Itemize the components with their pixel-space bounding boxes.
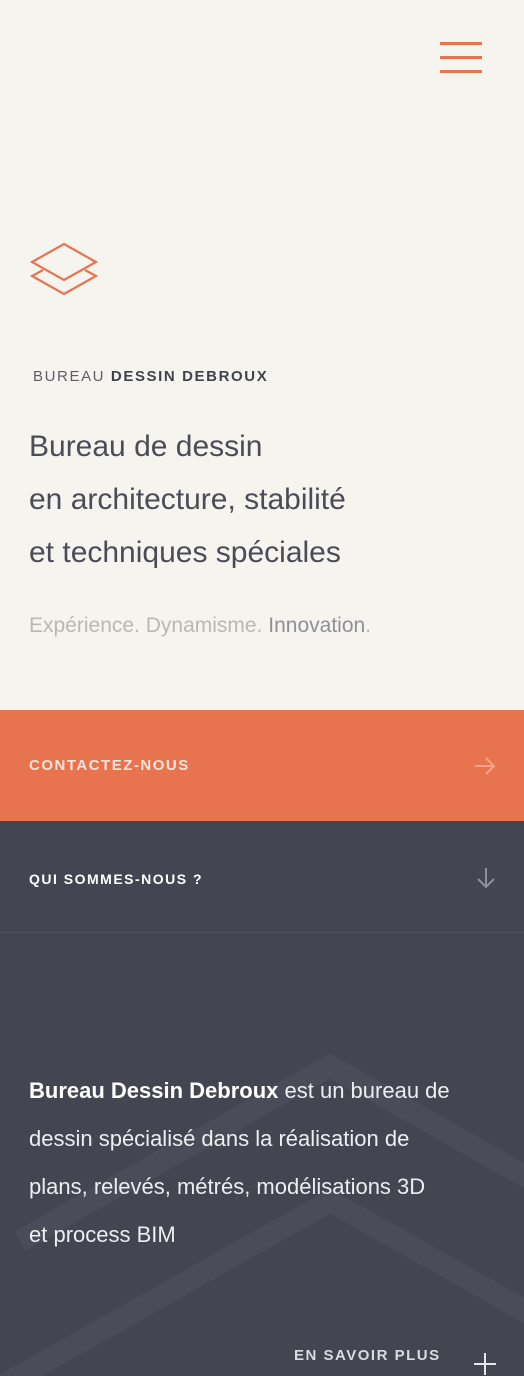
tagline-line: en architecture, stabilité xyxy=(29,483,346,516)
who-are-we-toggle[interactable]: QUI SOMMES-NOUS ? xyxy=(0,821,524,933)
hero-values: Expérience. Dynamisme. Innovation. xyxy=(29,614,371,638)
about-text: Bureau Dessin Debroux est un bureau de d… xyxy=(29,1067,499,1259)
page: BUREAU DESSIN DEBROUX Bureau de dessin e… xyxy=(0,0,524,1376)
values-highlight: Innovation xyxy=(268,614,366,637)
brand-name: BUREAU DESSIN DEBROUX xyxy=(33,368,268,385)
about-line: et process BIM xyxy=(29,1222,176,1247)
arrow-down-icon xyxy=(477,868,495,889)
about-line: plans, relevés, métrés, modélisations 3D xyxy=(29,1174,426,1199)
hero-section: BUREAU DESSIN DEBROUX Bureau de dessin e… xyxy=(0,0,524,710)
arrow-right-icon xyxy=(475,757,496,775)
learn-more-link[interactable]: EN SAVOIR PLUS xyxy=(294,1347,441,1364)
who-are-we-label: QUI SOMMES-NOUS ? xyxy=(29,871,204,887)
contact-label: CONTACTEZ-NOUS xyxy=(29,757,190,774)
about-line: dessin spécialisé dans la réalisation de xyxy=(29,1126,410,1151)
tagline-line: et techniques spéciales xyxy=(29,536,341,569)
hero-tagline: Bureau de dessin en architecture, stabil… xyxy=(29,420,499,579)
layers-icon xyxy=(30,242,98,296)
values-end: . xyxy=(365,614,372,637)
company-name: Bureau Dessin Debroux xyxy=(29,1078,279,1103)
brand-prefix: BUREAU xyxy=(33,368,106,385)
about-section: QUI SOMMES-NOUS ? Bureau Dessin Debroux … xyxy=(0,821,524,1376)
brand-name-bold: DESSIN DEBROUX xyxy=(110,368,269,385)
tagline-line: Bureau de dessin xyxy=(29,430,263,463)
values-text: Expérience. Dynamisme. xyxy=(29,614,269,637)
contact-button[interactable]: CONTACTEZ-NOUS xyxy=(0,710,524,821)
about-line: Bureau Dessin Debroux est un bureau de xyxy=(29,1067,499,1115)
about-line-rest: est un bureau de xyxy=(278,1078,450,1103)
plus-icon[interactable] xyxy=(474,1353,496,1375)
hamburger-menu-icon[interactable] xyxy=(440,42,482,74)
